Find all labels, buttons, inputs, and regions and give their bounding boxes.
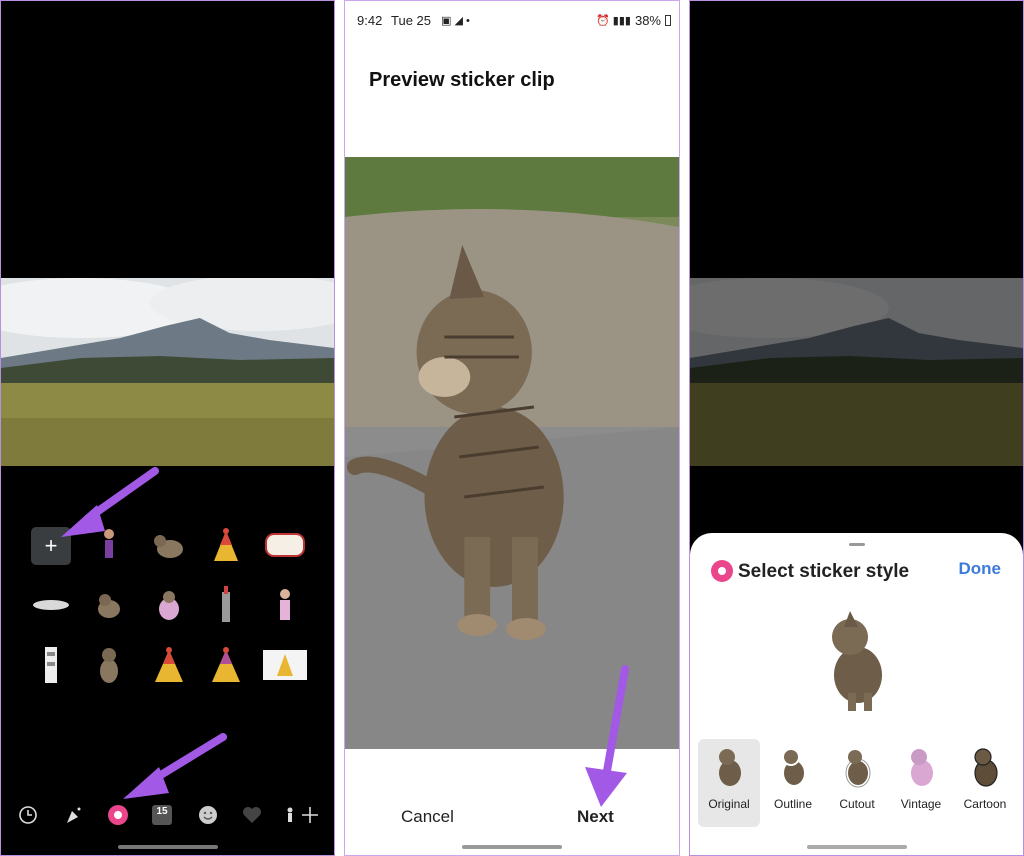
select-sticker-style-screen: Select sticker style Done Original Outli…	[689, 0, 1024, 856]
annotation-arrows	[61, 467, 227, 799]
style-label: Cartoon	[963, 797, 1007, 811]
sticker-preview	[832, 611, 882, 711]
preview-sticker-clip-screen: 9:42 Tue 25 ▣ ◢ • ⏰ ▮▮▮ 38% Preview stic…	[344, 0, 680, 856]
style-label: Cutout	[839, 797, 875, 811]
style-label: Outline	[773, 797, 813, 811]
home-indicator	[806, 845, 907, 849]
sheet-title: Select sticker style	[738, 561, 910, 582]
style-option-outline[interactable]: Outline	[762, 739, 824, 827]
cat-thumb-icon	[782, 748, 806, 787]
cat-thumb-icon	[911, 749, 933, 786]
sticker-style-sheet: Select sticker style Done Original Outli…	[690, 533, 1023, 855]
navigation-bar	[690, 827, 1023, 855]
annotation-arrow	[585, 665, 629, 807]
custom-sticker-icon	[711, 560, 733, 582]
sheet-drag-handle[interactable]	[848, 543, 865, 546]
style-option-cutout[interactable]: Cutout	[826, 739, 888, 827]
style-option-original[interactable]: Original	[698, 739, 760, 827]
cat-thumb-icon	[719, 749, 741, 786]
done-button[interactable]: Done	[959, 559, 1002, 579]
style-option-cartoon[interactable]: Cartoon	[954, 739, 1016, 827]
cat-thumb-icon	[974, 748, 998, 787]
style-option-vintage[interactable]: Vintage	[890, 739, 952, 827]
style-label: Vintage	[900, 797, 942, 811]
cat-thumb-icon	[845, 750, 871, 788]
sticker-editor-screen: + 15	[0, 0, 335, 856]
style-label: Original	[708, 797, 750, 811]
